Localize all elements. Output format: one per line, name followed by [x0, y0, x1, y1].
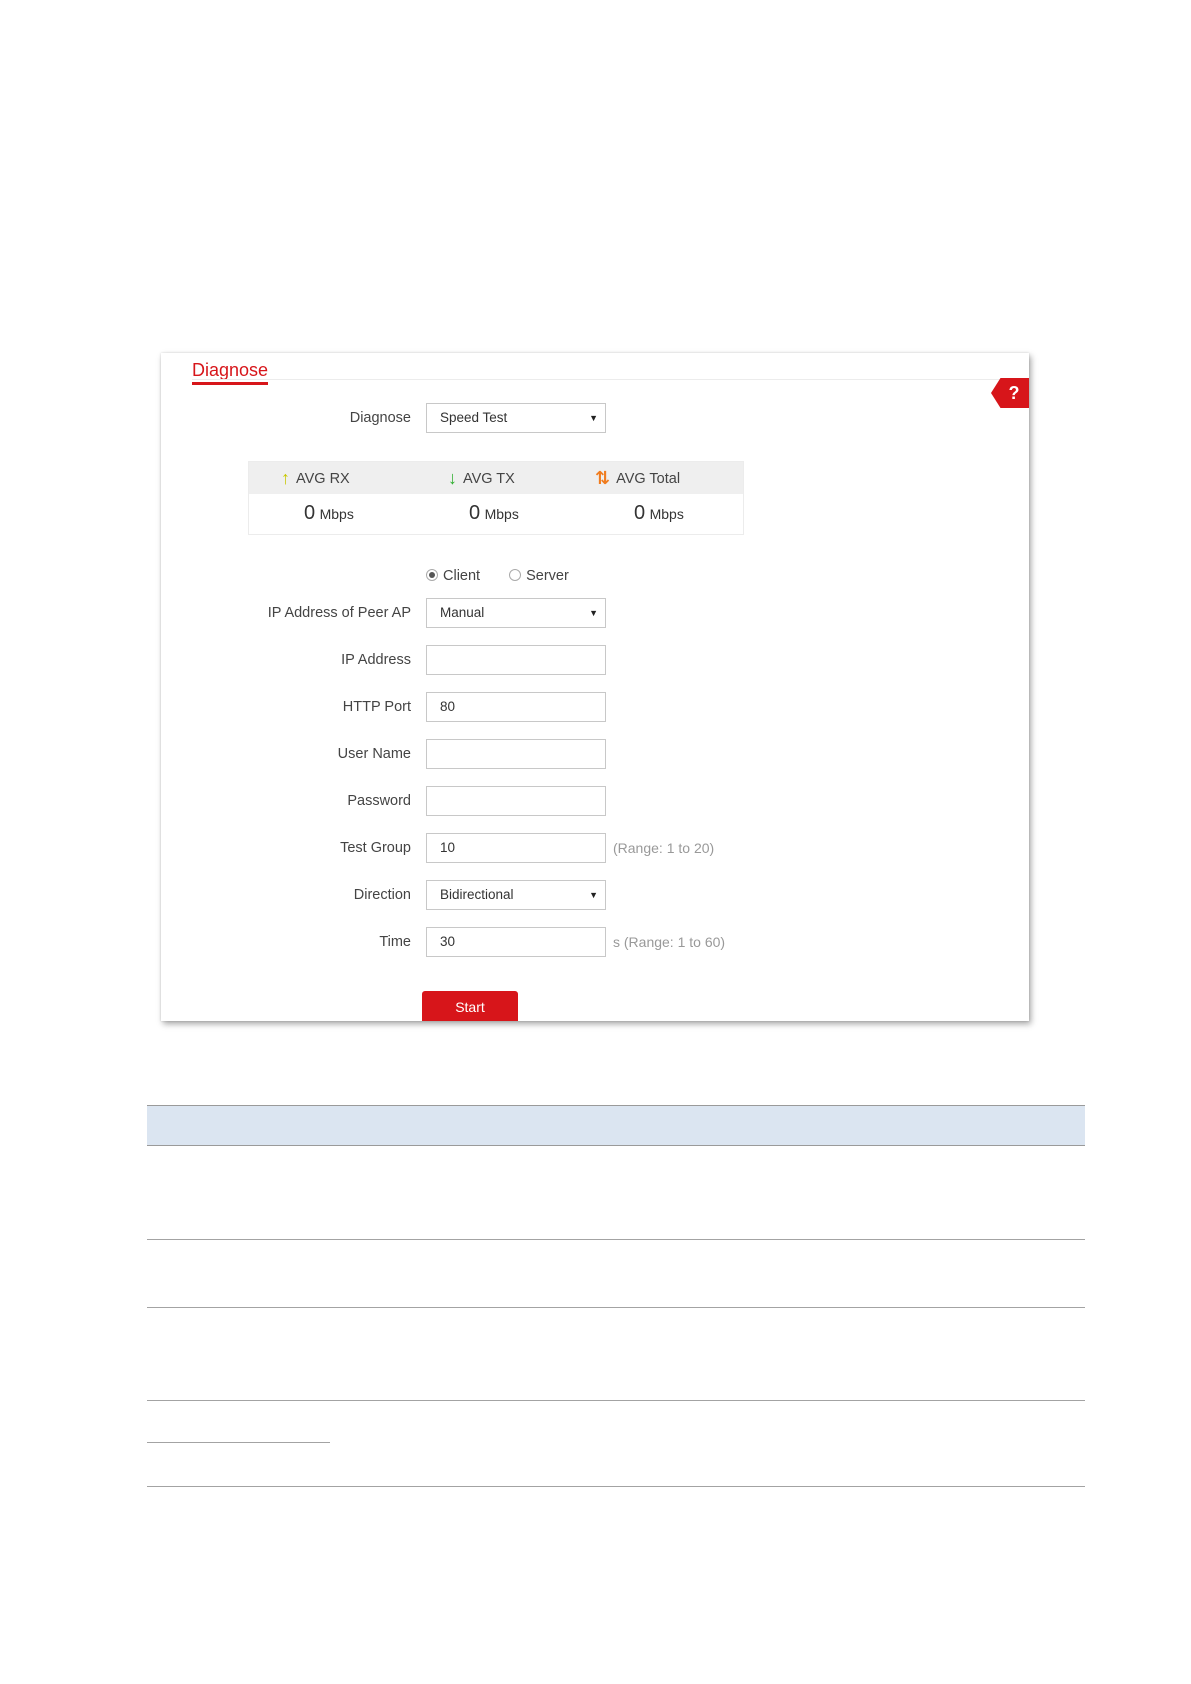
direction-row: Direction Bidirectional ▼ — [161, 880, 1029, 910]
server-radio[interactable]: Server — [509, 561, 569, 591]
table-row-divider — [147, 1239, 1085, 1240]
password-row: Password — [161, 786, 1029, 816]
stat-total-unit: Mbps — [649, 506, 684, 522]
stat-rx-label: AVG RX — [296, 471, 350, 487]
stats-header: ↑ AVG RX ↓ AVG TX ⇅ AVG Total — [249, 462, 743, 494]
stat-rx-number: 0 — [304, 502, 316, 524]
stat-rx-unit: Mbps — [319, 506, 354, 522]
mode-radio-group: Client Server — [426, 561, 594, 591]
stat-total-header: ⇅ AVG Total — [595, 462, 680, 495]
table-row-divider — [147, 1307, 1085, 1308]
direction-value: Bidirectional — [440, 887, 514, 902]
stat-tx-number: 0 — [469, 502, 481, 524]
user-name-label: User Name — [337, 746, 411, 762]
test-group-input[interactable]: 10 — [426, 833, 606, 863]
table-row-divider — [147, 1400, 1085, 1401]
panel-title: Diagnose — [192, 358, 269, 385]
arrows-up-down-icon: ⇅ — [595, 468, 611, 488]
arrow-up-icon: ↑ — [281, 468, 290, 488]
ip-address-input[interactable] — [426, 645, 606, 675]
http-port-input[interactable]: 80 — [426, 692, 606, 722]
stat-tx-header: ↓ AVG TX — [448, 462, 515, 495]
peer-ip-mode-label: IP Address of Peer AP — [267, 605, 411, 621]
user-name-input[interactable] — [426, 739, 606, 769]
password-label: Password — [347, 793, 411, 809]
diagnose-panel: Diagnose ? Diagnose Speed Test ▼ ↑ AVG RX… — [161, 353, 1029, 1021]
footnote-rule — [147, 1442, 330, 1443]
time-hint: s (Range: 1 to 60) — [613, 934, 726, 950]
diagnose-select-value: Speed Test — [440, 410, 508, 425]
chevron-down-icon: ▼ — [589, 890, 598, 900]
http-port-label: HTTP Port — [342, 699, 411, 715]
server-radio-label: Server — [526, 568, 569, 584]
stat-total-value: 0 Mbps — [634, 498, 684, 530]
peer-ip-mode-select[interactable]: Manual ▼ — [426, 598, 606, 628]
ip-address-label: IP Address — [341, 652, 411, 668]
diagnose-label: Diagnose — [349, 410, 411, 426]
title-divider — [192, 379, 1029, 380]
http-port-row: HTTP Port 80 — [161, 692, 1029, 722]
stats-values: 0 Mbps 0 Mbps 0 Mbps — [249, 494, 743, 534]
direction-select[interactable]: Bidirectional ▼ — [426, 880, 606, 910]
test-group-row: Test Group 10 (Range: 1 to 20) — [161, 833, 1029, 863]
chevron-down-icon: ▼ — [589, 608, 598, 618]
ip-address-row: IP Address — [161, 645, 1029, 675]
direction-label: Direction — [353, 887, 411, 903]
diagnose-select[interactable]: Speed Test ▼ — [426, 403, 606, 433]
diagnose-row: Diagnose Speed Test ▼ — [161, 403, 1029, 433]
password-input[interactable] — [426, 786, 606, 816]
start-button[interactable]: Start — [422, 991, 518, 1021]
time-row: Time 30 s (Range: 1 to 60) — [161, 927, 1029, 957]
stat-total-number: 0 — [634, 502, 646, 524]
stat-rx-value: 0 Mbps — [304, 498, 354, 530]
radio-checked-icon — [426, 569, 438, 581]
client-radio[interactable]: Client — [426, 561, 480, 591]
test-group-hint: (Range: 1 to 20) — [613, 840, 715, 856]
peer-ip-mode-value: Manual — [440, 605, 485, 620]
test-group-label: Test Group — [340, 840, 411, 856]
peer-ip-mode-row: IP Address of Peer AP Manual ▼ — [161, 598, 1029, 628]
arrow-down-icon: ↓ — [448, 468, 457, 488]
client-radio-label: Client — [443, 568, 481, 584]
stat-total-label: AVG Total — [616, 471, 681, 487]
table-header — [147, 1105, 1085, 1146]
stat-tx-value: 0 Mbps — [469, 498, 519, 530]
radio-unchecked-icon — [509, 569, 522, 581]
speed-stats-box: ↑ AVG RX ↓ AVG TX ⇅ AVG Total 0 Mbps 0 Mbps… — [248, 461, 744, 535]
user-name-row: User Name — [161, 739, 1029, 769]
stat-tx-unit: Mbps — [484, 506, 519, 522]
table-bottom-rule — [147, 1486, 1085, 1487]
time-input[interactable]: 30 — [426, 927, 606, 957]
time-label: Time — [379, 934, 411, 950]
stat-tx-label: AVG TX — [463, 471, 515, 487]
chevron-down-icon: ▼ — [589, 413, 598, 423]
stat-rx-header: ↑ AVG RX — [281, 462, 350, 495]
